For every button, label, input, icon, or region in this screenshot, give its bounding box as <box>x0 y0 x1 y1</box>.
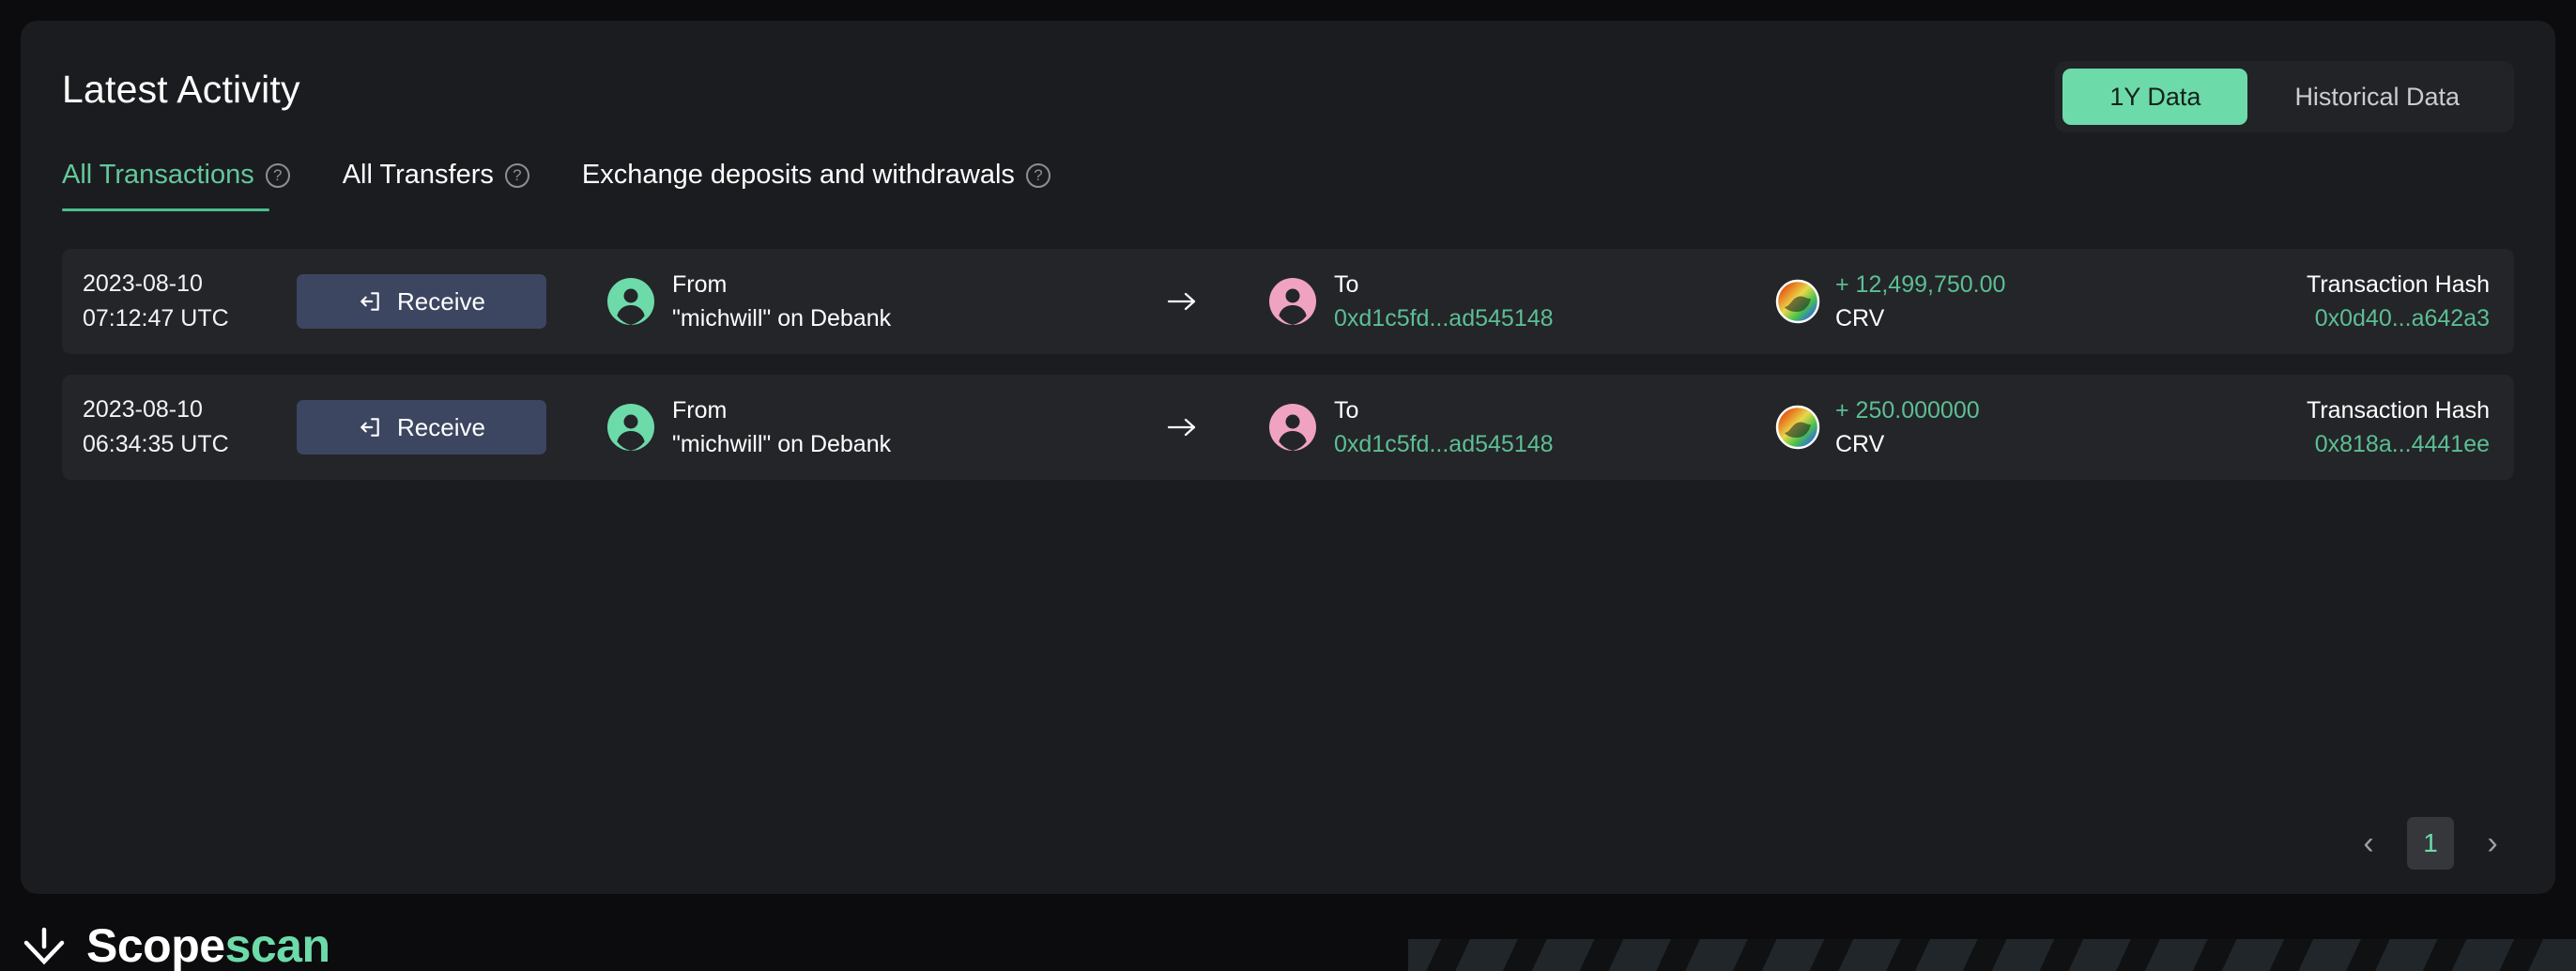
tx-time: 06:34:35 UTC <box>83 427 297 462</box>
tx-direction-cell <box>1095 289 1268 314</box>
tab-exchange-deposits-withdrawals[interactable]: Exchange deposits and withdrawals ? <box>582 160 1050 211</box>
tx-amount-cell: + 12,499,750.00 CRV <box>1775 268 2273 335</box>
pagination: ‹ 1 › <box>2347 817 2514 870</box>
tx-to-address[interactable]: 0xd1c5fd...ad545148 <box>1334 427 1554 461</box>
avatar <box>1268 277 1317 326</box>
receive-icon <box>358 289 382 314</box>
tx-datetime: 2023-08-10 07:12:47 UTC <box>62 267 297 336</box>
tx-to-address[interactable]: 0xd1c5fd...ad545148 <box>1334 301 1554 335</box>
pagination-page-1[interactable]: 1 <box>2407 817 2454 870</box>
tx-action-cell: Receive <box>297 400 569 455</box>
data-range-toggle: 1Y Data Historical Data <box>2055 61 2514 132</box>
tx-direction-cell <box>1095 415 1268 439</box>
tx-hash-value[interactable]: 0x818a...4441ee <box>2273 427 2490 461</box>
receive-icon <box>358 415 382 439</box>
tx-from-cell: From "michwill" on Debank <box>606 268 1095 335</box>
question-circle-icon[interactable]: ? <box>266 163 290 188</box>
transaction-list: 2023-08-10 07:12:47 UTC Receive <box>62 249 2514 501</box>
tx-to-text: To 0xd1c5fd...ad545148 <box>1334 268 1554 335</box>
avatar <box>1268 403 1317 452</box>
brand-name-accent: scan <box>225 919 330 971</box>
tx-hash-cell: Transaction Hash 0x0d40...a642a3 <box>2273 268 2514 335</box>
tx-time: 07:12:47 UTC <box>83 301 297 336</box>
tx-date: 2023-08-10 <box>83 267 297 301</box>
receive-badge[interactable]: Receive <box>297 274 546 329</box>
arrow-right-icon <box>1166 289 1198 314</box>
scopescan-logo-icon <box>19 920 69 971</box>
tx-hash-cell: Transaction Hash 0x818a...4441ee <box>2273 393 2514 461</box>
tx-from-text: From "michwill" on Debank <box>672 268 891 335</box>
tx-amount-text: + 12,499,750.00 CRV <box>1835 268 2005 335</box>
tx-date: 2023-08-10 <box>83 393 297 427</box>
tx-from-value: "michwill" on Debank <box>672 427 891 461</box>
tab-label: Exchange deposits and withdrawals <box>582 160 1015 191</box>
receive-badge-label: Receive <box>397 413 485 442</box>
tx-amount-text: + 250.000000 CRV <box>1835 393 1980 461</box>
range-option-historical[interactable]: Historical Data <box>2247 69 2507 125</box>
tx-from-label: From <box>672 268 891 301</box>
tx-to-cell: To 0xd1c5fd...ad545148 <box>1268 393 1756 461</box>
tx-token-symbol: CRV <box>1835 301 2005 335</box>
tx-to-cell: To 0xd1c5fd...ad545148 <box>1268 268 1756 335</box>
tab-all-transactions[interactable]: All Transactions ? <box>62 160 290 211</box>
tx-datetime: 2023-08-10 06:34:35 UTC <box>62 393 297 462</box>
site-footer: Scopescan <box>0 909 2576 971</box>
table-row[interactable]: 2023-08-10 06:34:35 UTC Receive <box>62 375 2514 480</box>
tx-amount-value: + 12,499,750.00 <box>1835 268 2005 301</box>
tx-to-text: To 0xd1c5fd...ad545148 <box>1334 393 1554 461</box>
chevron-left-icon[interactable]: ‹ <box>2347 819 2390 868</box>
brand-name: Scopescan <box>86 918 330 971</box>
brand-logo[interactable]: Scopescan <box>19 918 330 971</box>
tab-all-transfers[interactable]: All Transfers ? <box>343 160 529 211</box>
tx-amount-cell: + 250.000000 CRV <box>1775 393 2273 461</box>
receive-badge[interactable]: Receive <box>297 400 546 455</box>
tab-label: All Transfers <box>343 160 494 191</box>
app-root: Latest Activity 1Y Data Historical Data … <box>0 0 2576 971</box>
page-title: Latest Activity <box>62 68 300 112</box>
tx-from-label: From <box>672 393 891 427</box>
question-circle-icon[interactable]: ? <box>505 163 529 188</box>
avatar <box>606 403 655 452</box>
tx-to-label: To <box>1334 268 1554 301</box>
tx-from-text: From "michwill" on Debank <box>672 393 891 461</box>
chevron-right-icon[interactable]: › <box>2471 819 2514 868</box>
avatar <box>606 277 655 326</box>
tx-from-cell: From "michwill" on Debank <box>606 393 1095 461</box>
question-circle-icon[interactable]: ? <box>1026 163 1050 188</box>
crv-token-icon <box>1775 279 1820 324</box>
card-header: Latest Activity 1Y Data Historical Data … <box>21 21 2555 171</box>
arrow-right-icon <box>1166 415 1198 439</box>
tx-action-cell: Receive <box>297 274 569 329</box>
tx-hash-value[interactable]: 0x0d40...a642a3 <box>2273 301 2490 335</box>
receive-badge-label: Receive <box>397 287 485 316</box>
tx-from-value: "michwill" on Debank <box>672 301 891 335</box>
crv-token-icon <box>1775 405 1820 450</box>
table-row[interactable]: 2023-08-10 07:12:47 UTC Receive <box>62 249 2514 354</box>
tab-label: All Transactions <box>62 160 254 191</box>
activity-tabs: All Transactions ? All Transfers ? Excha… <box>62 160 1050 211</box>
brand-name-primary: Scope <box>86 919 225 971</box>
tx-token-symbol: CRV <box>1835 427 1980 461</box>
footer-stripe-decoration <box>1408 939 2576 971</box>
range-option-1y[interactable]: 1Y Data <box>2062 69 2247 125</box>
tx-amount-value: + 250.000000 <box>1835 393 1980 427</box>
tx-to-label: To <box>1334 393 1554 427</box>
tx-hash-label: Transaction Hash <box>2273 268 2490 301</box>
tx-hash-label: Transaction Hash <box>2273 393 2490 427</box>
latest-activity-card: Latest Activity 1Y Data Historical Data … <box>21 21 2555 894</box>
